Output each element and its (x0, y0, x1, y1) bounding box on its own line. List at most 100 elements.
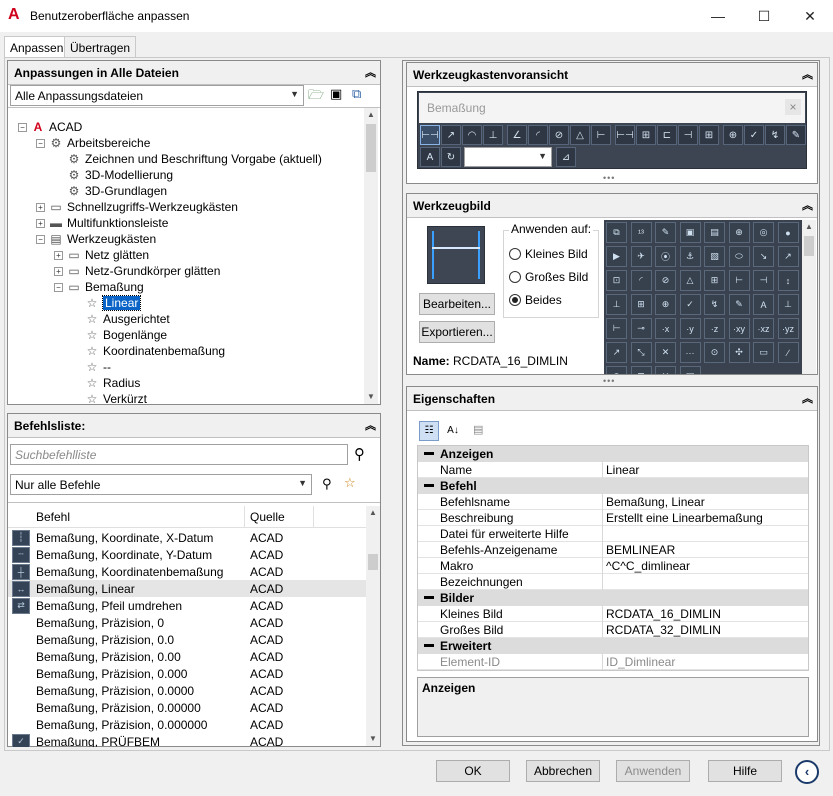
radio-small-image[interactable]: Kleines Bild (509, 247, 588, 261)
tree-item[interactable]: + ▬ Multifunktionsleiste (36, 215, 168, 231)
tree-item[interactable]: + ▭ Netz-Grundkörper glätten (54, 263, 220, 279)
tree-item[interactable]: ☆ Linear (72, 295, 142, 311)
collapse-chevron-icon[interactable]: ︽ (802, 197, 813, 213)
tree-expander-icon[interactable]: + (36, 218, 45, 228)
collapse-minus-icon[interactable]: ▬ (424, 479, 434, 490)
toolbar-button-icon[interactable]: ⊏ (657, 125, 677, 145)
radio-circle[interactable] (509, 271, 521, 283)
button-image-icon[interactable]: ✓ (679, 294, 701, 315)
button-image-icon[interactable]: ↘ (753, 246, 774, 267)
radio-circle[interactable] (509, 294, 521, 306)
button-image-icon[interactable]: ⊞ (704, 270, 725, 291)
scroll-down-icon[interactable]: ▼ (366, 732, 380, 746)
tree-expander-icon[interactable]: + (54, 250, 63, 260)
radio-circle[interactable] (509, 248, 521, 260)
partial-file-icon[interactable]: ⧉ (352, 86, 370, 104)
toolbar-button-icon[interactable]: ◜ (528, 125, 548, 145)
button-image-icon[interactable]: ⊸ (630, 318, 652, 339)
tree-item[interactable]: ⚙ 3D-Grundlagen (54, 183, 167, 199)
toolbar-button-icon[interactable]: ∠ (507, 125, 527, 145)
tree-expander-icon[interactable]: − (36, 234, 45, 244)
button-image-icon[interactable]: ⤡ (630, 342, 652, 363)
command-row[interactable]: ✓ Bemaßung, PRÜFBEM ACAD (8, 733, 366, 747)
tree-item[interactable]: ☆ Radius (72, 375, 141, 391)
property-row[interactable]: Befehls-Anzeigename BEMLINEAR (418, 542, 808, 558)
button-image-icon[interactable]: A (753, 294, 774, 315)
button-image-icon[interactable]: ⊕ (728, 222, 750, 243)
tree-expander-icon[interactable]: + (54, 266, 63, 276)
property-value[interactable]: ID_Dimlinear (606, 655, 675, 669)
help-button[interactable]: Hilfe (708, 760, 782, 782)
tree-item[interactable]: ⚙ Zeichnen und Beschriftung Vorgabe (aktu… (54, 151, 322, 167)
edit-button[interactable]: Bearbeiten... (419, 293, 495, 315)
dimstyle-select[interactable]: ▼ (464, 147, 552, 167)
collapse-chevron-icon[interactable]: ︽ (365, 64, 376, 80)
customization-tree[interactable]: − A ACAD − ⚙ Arbeitsbereiche ⚙ Zeichnen und Bes… (8, 119, 364, 409)
button-image-icon[interactable]: ⬭ (728, 246, 750, 267)
button-image-icon[interactable]: ·x (655, 318, 676, 339)
tree-item[interactable]: ⚙ 3D-Modellierung (54, 167, 173, 183)
scroll-down-icon[interactable]: ▼ (364, 390, 378, 404)
command-row[interactable]: ┼ Bemaßung, Koordinatenbemaßung ACAD (8, 563, 366, 580)
toolbar-button-icon[interactable]: ↻ (441, 147, 461, 167)
minimize-button[interactable]: — (695, 0, 741, 32)
command-row[interactable]: ⇄ Bemaßung, Pfeil umdrehen ACAD (8, 597, 366, 614)
col-quelle[interactable]: Quelle (250, 510, 285, 524)
toolbar-button-icon[interactable]: ⊘ (549, 125, 569, 145)
tree-item[interactable]: ☆ Bogenlänge (72, 327, 167, 343)
collapse-minus-icon[interactable]: ▬ (424, 447, 434, 458)
button-image-icon[interactable]: ⊘ (655, 270, 676, 291)
property-row[interactable]: Bezeichnungen (418, 574, 808, 590)
button-image-icon[interactable]: △ (679, 270, 701, 291)
command-row[interactable]: Bemaßung, Präzision, 0.000000 ACAD (8, 716, 366, 733)
tree-item[interactable]: + ▭ Netz glätten (54, 247, 149, 263)
cancel-button[interactable]: Abbrechen (526, 760, 600, 782)
property-value[interactable]: RCDATA_32_DIMLIN (606, 623, 721, 637)
toolbar-button-icon[interactable]: ⊢⊣ (615, 125, 635, 145)
collapse-minus-icon[interactable]: ▬ (424, 591, 434, 602)
button-image-icon[interactable]: ⊕ (655, 294, 676, 315)
apply-button[interactable]: Anwenden (616, 760, 690, 782)
property-row[interactable]: Datei für erweiterte Hilfe (418, 526, 808, 542)
button-image-icon[interactable]: ·yz (777, 318, 799, 339)
toolbar-button-icon[interactable]: ⊕ (723, 125, 743, 145)
button-image-icon[interactable]: ⊢ (728, 270, 750, 291)
scroll-up-icon[interactable]: ▲ (364, 108, 378, 122)
button-image-icon[interactable]: ·xz (753, 318, 774, 339)
button-image-icon[interactable]: ⊥ (777, 294, 799, 315)
find-command-icon[interactable]: ⚲ (322, 476, 332, 492)
toolbar-button-icon[interactable]: ✓ (744, 125, 764, 145)
button-image-icon[interactable]: ·xy (728, 318, 750, 339)
ok-button[interactable]: OK (436, 760, 510, 782)
toolbar-button-icon[interactable]: ⊣ (678, 125, 698, 145)
toolbar-button-icon[interactable]: ↯ (765, 125, 785, 145)
tree-expander-icon[interactable]: − (36, 138, 45, 148)
new-command-icon[interactable]: ☆ (344, 475, 356, 491)
property-value[interactable]: Erstellt eine Linearbemaßung (606, 511, 763, 525)
button-image-icon[interactable]: ◜ (630, 270, 652, 291)
collapse-pane-icon[interactable]: ‹ (795, 760, 819, 784)
property-value[interactable]: Bemaßung, Linear (606, 495, 705, 509)
collapse-minus-icon[interactable]: ▬ (424, 639, 434, 650)
tree-item[interactable]: − ▭ Bemaßung (54, 279, 144, 295)
property-value[interactable]: RCDATA_16_DIMLIN (606, 607, 721, 621)
property-row[interactable]: Beschreibung Erstellt eine Linearbemaßung (418, 510, 808, 526)
property-category[interactable]: ▬ Anzeigen (418, 446, 808, 462)
button-image-icon[interactable]: ▣ (679, 222, 701, 243)
property-row[interactable]: Großes Bild RCDATA_32_DIMLIN (418, 622, 808, 638)
splitter-grip[interactable]: ••• (603, 376, 615, 386)
customization-file-select[interactable]: Alle Anpassungsdateien ▼ (10, 85, 304, 106)
button-image-icon[interactable]: ·y (679, 318, 701, 339)
button-image-icon[interactable]: ▶ (606, 246, 627, 267)
categorized-icon[interactable]: ☷ (419, 421, 439, 441)
property-row[interactable]: Makro ^C^C_dimlinear (418, 558, 808, 574)
collapse-chevron-icon[interactable]: ︽ (802, 66, 813, 82)
tree-item[interactable]: ☆ Verkürzt (72, 391, 147, 407)
property-category[interactable]: ▬ Befehl (418, 478, 808, 494)
command-search-input[interactable]: Suchbefehlliste (10, 444, 348, 465)
button-image-icon[interactable]: ✕ (655, 366, 676, 374)
command-row[interactable]: ┄ Bemaßung, Koordinate, Y-Datum ACAD (8, 546, 366, 563)
save-icon[interactable]: ▣ (330, 86, 348, 104)
property-value[interactable]: ^C^C_dimlinear (606, 559, 690, 573)
export-button[interactable]: Exportieren... (419, 321, 495, 343)
